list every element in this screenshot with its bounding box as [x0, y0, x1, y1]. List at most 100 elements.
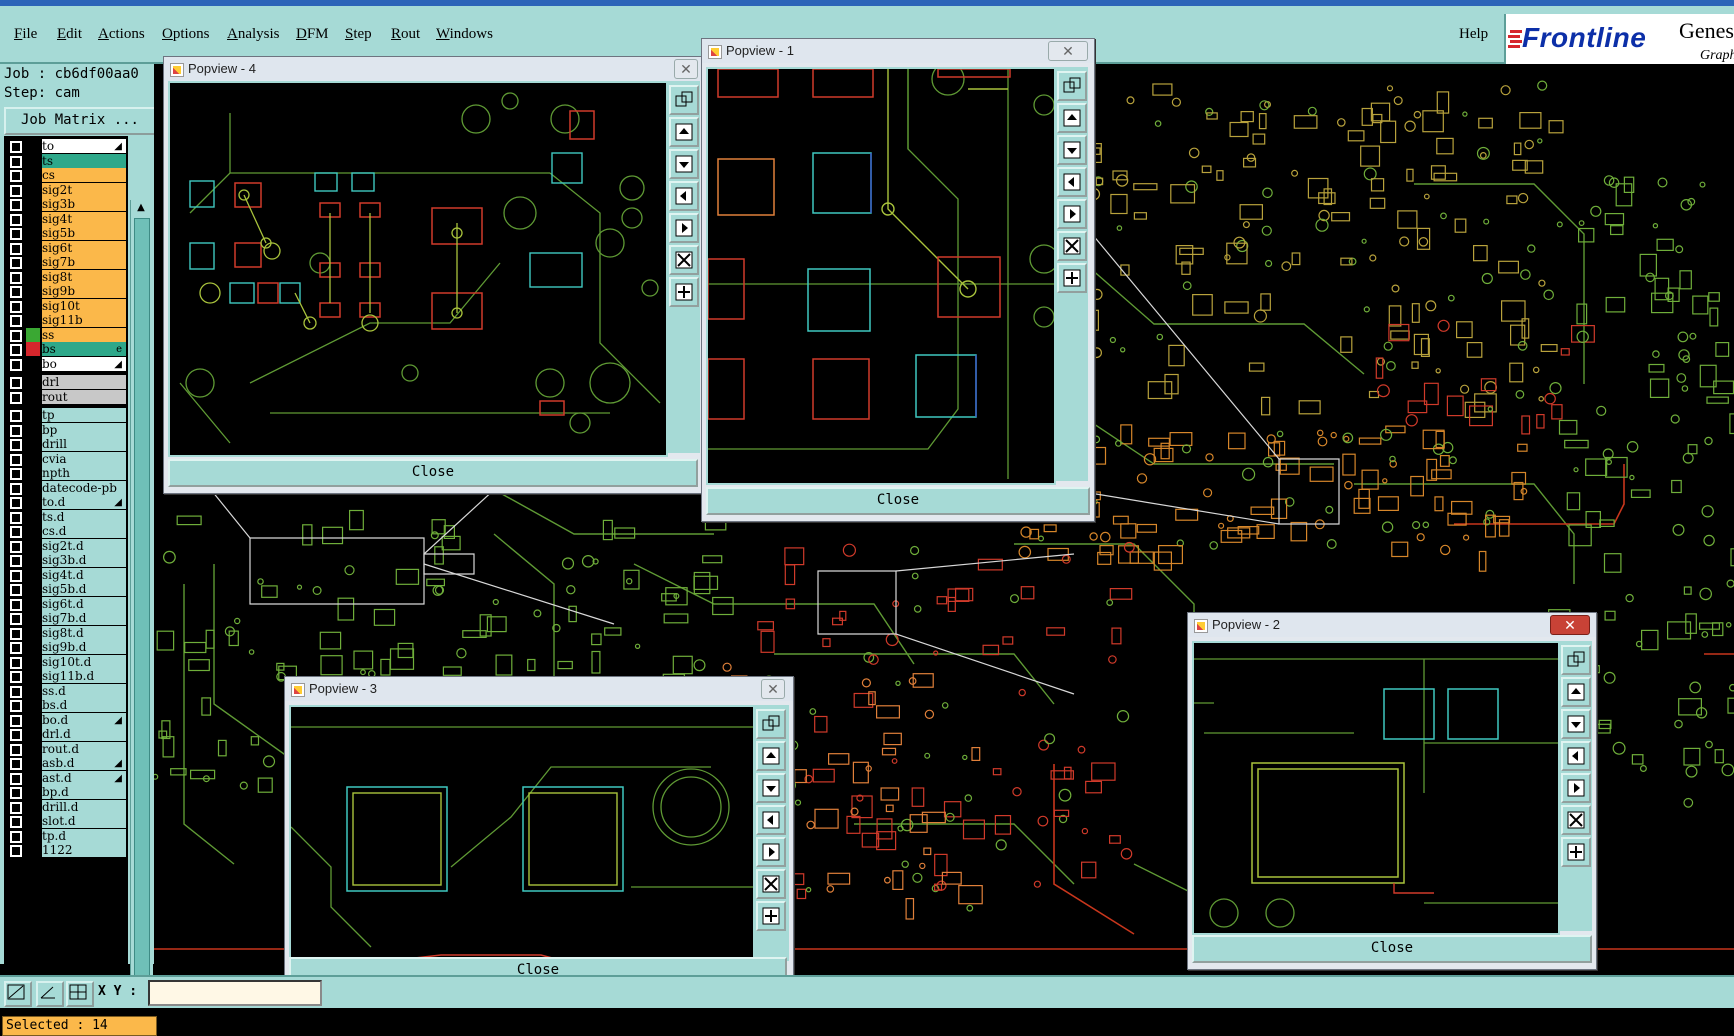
pan-right-icon[interactable]: [756, 837, 786, 867]
layer-checkbox[interactable]: [10, 141, 22, 153]
layer-name[interactable]: sig3b.d: [42, 553, 126, 567]
scroll-up-icon[interactable]: ▲: [134, 202, 148, 214]
layer-checkbox[interactable]: [10, 184, 22, 197]
zoom-in-icon[interactable]: [1057, 231, 1087, 261]
layer-checkbox[interactable]: [10, 772, 22, 785]
layer-name[interactable]: bp: [42, 422, 126, 437]
popview-2-titlebar[interactable]: Popview - 2 ✕: [1188, 613, 1596, 637]
angle-tool-icon[interactable]: [36, 981, 64, 1007]
popview-4-titlebar[interactable]: Popview - 4 ✕: [164, 57, 704, 81]
layer-checkbox[interactable]: [10, 228, 22, 240]
layer-checkbox[interactable]: [10, 315, 22, 327]
layer-checkbox[interactable]: [10, 613, 22, 625]
layer-checkbox[interactable]: [10, 242, 22, 255]
zoom-window-icon[interactable]: [1561, 645, 1591, 675]
scroll-thumb[interactable]: [134, 218, 150, 1000]
zoom-in-icon[interactable]: [669, 245, 699, 275]
layer-list[interactable]: to ◢ ts cs sig2t sig3b sig4t sig5b sig6t sig7b sig…: [4, 136, 128, 1006]
layer-checkbox[interactable]: [10, 257, 22, 269]
popview-1-titlebar[interactable]: Popview - 1 ✕: [702, 39, 1094, 63]
grid-tool-icon[interactable]: [66, 981, 94, 1007]
menu-step[interactable]: Step: [345, 26, 372, 43]
layer-name[interactable]: sig4t: [42, 211, 126, 226]
layer-checkbox[interactable]: [10, 170, 22, 182]
layer-checkbox[interactable]: [10, 758, 22, 770]
layer-checkbox[interactable]: [10, 199, 22, 211]
layer-row[interactable]: 1122: [4, 842, 128, 858]
layer-name[interactable]: asb.d ◢: [42, 756, 126, 770]
layer-row[interactable]: bo ◢: [4, 356, 128, 372]
layer-checkbox[interactable]: [10, 830, 22, 843]
layer-checkbox[interactable]: [10, 497, 22, 509]
menu-rout[interactable]: Rout: [391, 26, 420, 43]
layer-name[interactable]: sig10t: [42, 298, 126, 313]
popview-4-close-icon[interactable]: ✕: [674, 59, 698, 79]
menu-file[interactable]: File: [14, 26, 37, 43]
layer-name[interactable]: sig11b.d: [42, 669, 126, 683]
layer-checkbox[interactable]: [10, 801, 22, 814]
layer-checkbox[interactable]: [10, 439, 22, 451]
layer-name[interactable]: sig2t.d: [42, 538, 126, 553]
layer-name[interactable]: sig7b: [42, 255, 126, 269]
layer-checkbox[interactable]: [10, 482, 22, 495]
zoom-window-icon[interactable]: [669, 85, 699, 115]
layer-checkbox[interactable]: [10, 584, 22, 596]
layer-name[interactable]: bo ◢: [42, 356, 126, 371]
layer-checkbox[interactable]: [10, 743, 22, 756]
zoom-out-icon[interactable]: [756, 901, 786, 931]
layer-name[interactable]: drill.d: [42, 799, 126, 814]
layer-checkbox[interactable]: [10, 714, 22, 727]
layer-checkbox[interactable]: [10, 845, 22, 857]
layer-checkbox[interactable]: [10, 424, 22, 437]
layer-checkbox[interactable]: [10, 627, 22, 640]
layer-checkbox[interactable]: [10, 329, 22, 342]
layer-name[interactable]: cs: [42, 168, 126, 182]
pan-left-icon[interactable]: [1057, 167, 1087, 197]
pan-right-icon[interactable]: [669, 213, 699, 243]
pan-down-icon[interactable]: [1561, 709, 1591, 739]
layer-row[interactable]: rout: [4, 389, 128, 405]
layer-name[interactable]: ss: [42, 327, 126, 342]
menu-windows[interactable]: Windows: [436, 26, 493, 43]
layer-name[interactable]: ast.d ◢: [42, 770, 126, 785]
layer-name[interactable]: bo.d ◢: [42, 712, 126, 727]
layer-checkbox[interactable]: [10, 391, 22, 404]
layer-name[interactable]: datecode-pb: [42, 480, 126, 495]
layer-name[interactable]: rout: [42, 389, 126, 404]
popview-1-close-button[interactable]: Close: [706, 487, 1090, 515]
layer-name[interactable]: sig10t.d: [42, 654, 126, 669]
layer-name[interactable]: to.d ◢: [42, 495, 126, 509]
pan-up-icon[interactable]: [756, 741, 786, 771]
pan-down-icon[interactable]: [756, 773, 786, 803]
layer-checkbox[interactable]: [10, 155, 22, 168]
layer-checkbox[interactable]: [10, 526, 22, 538]
layer-checkbox[interactable]: [10, 468, 22, 480]
layer-name[interactable]: bs.d: [42, 698, 126, 712]
zoom-out-icon[interactable]: [1561, 837, 1591, 867]
layer-name[interactable]: tp.d: [42, 828, 126, 843]
layer-checkbox[interactable]: [10, 569, 22, 582]
menu-actions[interactable]: Actions: [98, 26, 145, 43]
layer-name[interactable]: drill: [42, 437, 126, 451]
menu-options[interactable]: Options: [162, 26, 210, 43]
pan-left-icon[interactable]: [669, 181, 699, 211]
layer-name[interactable]: bp.d: [42, 785, 126, 799]
layer-checkbox[interactable]: [10, 344, 22, 356]
layer-name[interactable]: bs e: [42, 342, 126, 356]
zoom-window-icon[interactable]: [1057, 71, 1087, 101]
zoom-window-icon[interactable]: [756, 709, 786, 739]
layer-checkbox[interactable]: [10, 300, 22, 313]
popview-3-close-icon[interactable]: ✕: [761, 679, 785, 699]
layer-scrollbar[interactable]: ▲: [130, 200, 153, 1006]
popview-3-titlebar[interactable]: Popview - 3 ✕: [285, 677, 793, 701]
popview-4-close-button[interactable]: Close: [168, 459, 698, 487]
layer-checkbox[interactable]: [10, 729, 22, 741]
layer-name[interactable]: drl.d: [42, 727, 126, 741]
xy-coordinate-field[interactable]: [148, 980, 322, 1006]
menu-analysis[interactable]: Analysis: [227, 26, 280, 43]
layer-name[interactable]: ts.d: [42, 509, 126, 524]
measure-tool-icon[interactable]: [4, 981, 32, 1007]
popview-1-graphics[interactable]: [706, 67, 1056, 485]
layer-name[interactable]: sig6t: [42, 240, 126, 255]
layer-checkbox[interactable]: [10, 511, 22, 524]
